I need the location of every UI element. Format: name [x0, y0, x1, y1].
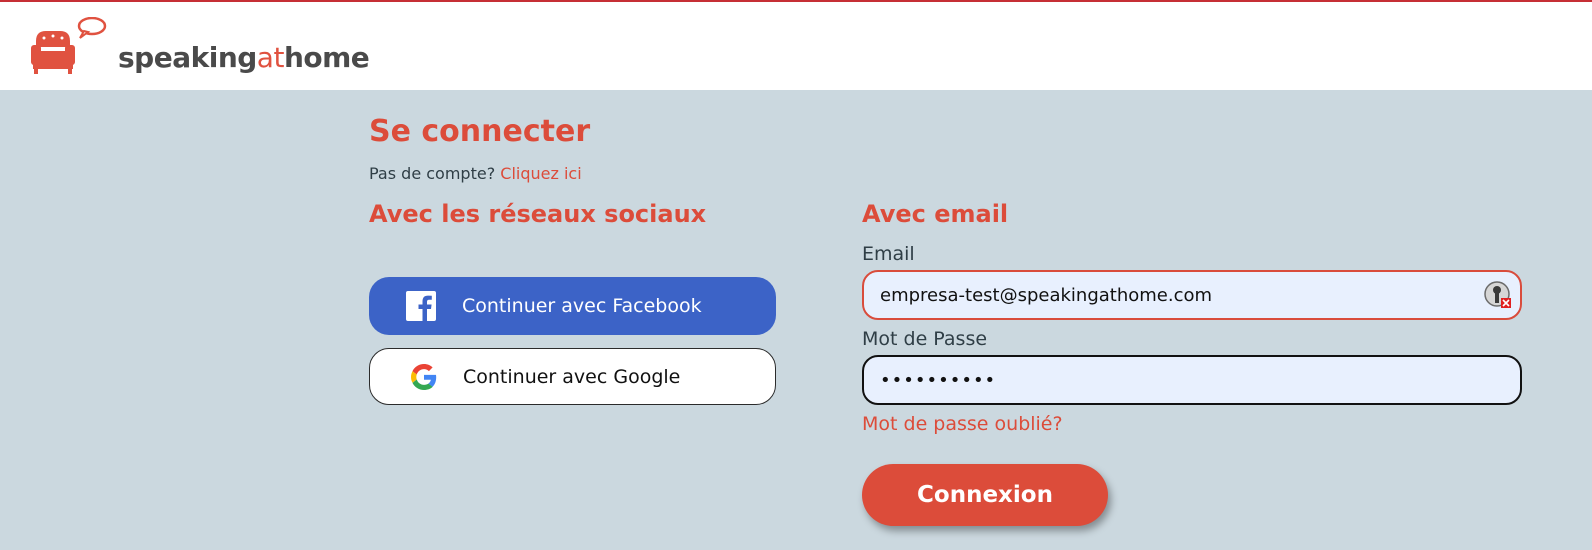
- password-manager-icon[interactable]: [1484, 281, 1512, 309]
- page-title: Se connecter: [369, 114, 591, 149]
- login-submit-button[interactable]: Connexion: [862, 464, 1108, 526]
- google-login-button[interactable]: Continuer avec Google: [369, 348, 776, 405]
- logo-text-main: speaking: [118, 41, 257, 74]
- no-account-line: Pas de compte? Cliquez ici: [369, 164, 582, 183]
- password-input[interactable]: [862, 355, 1522, 405]
- logo-text-at: at: [256, 41, 285, 74]
- social-section-title: Avec les réseaux sociaux: [369, 200, 707, 228]
- password-label: Mot de Passe: [862, 328, 988, 350]
- email-input[interactable]: [862, 270, 1522, 320]
- logo-wordmark: speakingathome: [118, 41, 370, 74]
- signup-link[interactable]: Cliquez ici: [500, 164, 581, 183]
- forgot-password-link[interactable]: Mot de passe oublié?: [862, 413, 1063, 435]
- email-section-title: Avec email: [862, 200, 1009, 228]
- email-label: Email: [862, 243, 915, 265]
- armchair-logo-icon: [31, 17, 107, 74]
- no-account-text: Pas de compte?: [369, 164, 496, 183]
- facebook-login-label: Continuer avec Facebook: [462, 295, 702, 317]
- logo-text-end: home: [283, 41, 370, 74]
- google-login-label: Continuer avec Google: [463, 365, 681, 388]
- site-header: speakingathome: [0, 0, 1592, 90]
- facebook-login-button[interactable]: Continuer avec Facebook: [369, 277, 776, 335]
- facebook-icon: [406, 291, 436, 321]
- site-logo[interactable]: speakingathome: [30, 17, 370, 75]
- google-icon: [411, 364, 437, 390]
